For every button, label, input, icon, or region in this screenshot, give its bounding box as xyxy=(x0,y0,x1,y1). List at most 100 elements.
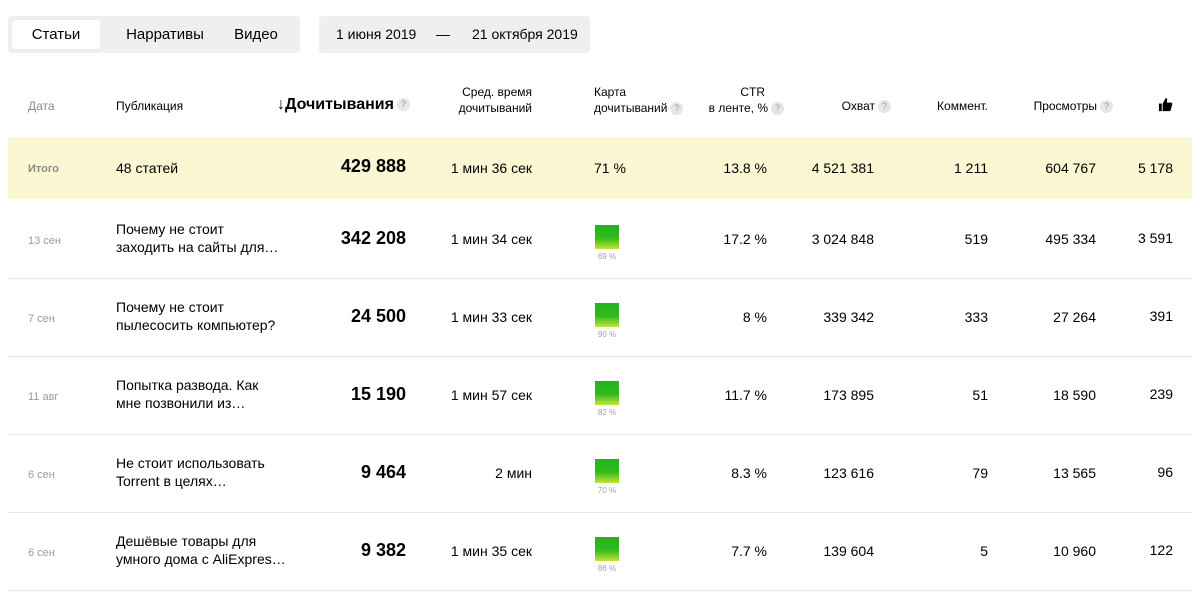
row-title-line2: пылесосить компьютер? xyxy=(116,317,276,333)
column-map-line1: Карта xyxy=(594,85,627,99)
read-map-bar xyxy=(595,459,619,483)
row-title[interactable]: Попытка развода. Как мне позвонили из… xyxy=(116,376,286,412)
row-likes: 391 xyxy=(1149,308,1173,324)
read-map-percent: 86 % xyxy=(597,564,617,573)
total-likes: 5 178 xyxy=(1137,160,1173,176)
row-reads: 342 208 xyxy=(340,228,406,248)
read-map-bar xyxy=(595,303,619,327)
total-reads: 429 888 xyxy=(340,156,406,176)
column-avg-time[interactable]: Сред. время дочитываний xyxy=(440,84,532,116)
row-comments: 5 xyxy=(980,543,988,559)
row-title[interactable]: Не стоит использовать Torrent в целях… xyxy=(116,454,286,490)
column-views[interactable]: Просмотры? xyxy=(1000,98,1113,114)
column-comments[interactable]: Коммент. xyxy=(900,98,988,114)
help-icon[interactable]: ? xyxy=(771,102,784,116)
table-row[interactable]: 7 сен Почему не стоит пылесосить компьютер… xyxy=(8,278,1192,357)
read-map-bar xyxy=(595,381,619,405)
date-range-picker[interactable]: 1 июня 2019 — 21 октября 2019 xyxy=(319,16,590,53)
column-reach-label: Охват xyxy=(841,99,875,113)
row-avg-time: 1 мин 34 сек xyxy=(450,231,532,247)
row-title-line2: Torrent в целях… xyxy=(116,473,227,489)
total-comments: 1 211 xyxy=(954,160,988,176)
column-date[interactable]: Дата xyxy=(28,98,55,114)
row-likes: 3 591 xyxy=(1137,230,1173,246)
row-ctr: 7.7 % xyxy=(731,543,767,559)
row-title-line2: мне позвонили из… xyxy=(116,395,246,411)
row-comments: 519 xyxy=(964,231,988,247)
row-date: 6 сен xyxy=(28,547,55,559)
row-date: 6 сен xyxy=(28,469,55,481)
row-comments: 333 xyxy=(964,309,988,325)
read-map-percent: 70 % xyxy=(597,486,617,495)
column-likes[interactable] xyxy=(1158,97,1173,116)
row-comments: 79 xyxy=(972,465,988,481)
row-title-line1: Почему не стоит xyxy=(116,299,224,315)
row-title[interactable]: Дешёвые товары для умного дома с AliExpre… xyxy=(116,532,286,568)
row-reads: 9 464 xyxy=(360,462,406,482)
row-views: 13 565 xyxy=(1053,465,1096,481)
row-reads: 9 382 xyxy=(360,540,406,560)
column-reach[interactable]: Охват? xyxy=(800,98,891,114)
row-avg-time: 2 мин xyxy=(495,465,532,481)
row-comments: 51 xyxy=(972,387,988,403)
column-avg-time-line1: Сред. время xyxy=(462,85,532,99)
row-views: 10 960 xyxy=(1053,543,1096,559)
row-title-line2: умного дома с AliExpres… xyxy=(116,551,286,567)
read-map-percent: 69 % xyxy=(597,252,617,261)
column-ctr-line2: в ленте, % xyxy=(708,101,768,115)
column-reads-label: Дочитывания xyxy=(285,96,394,113)
row-reach: 139 604 xyxy=(823,543,874,559)
row-reads: 15 190 xyxy=(350,384,406,404)
column-map-line2: дочитываний xyxy=(594,101,668,115)
row-views: 495 334 xyxy=(1045,231,1096,247)
column-views-label: Просмотры xyxy=(1033,99,1097,113)
row-ctr: 8.3 % xyxy=(731,465,767,481)
row-reach: 123 616 xyxy=(823,465,874,481)
sort-down-icon: ↓ xyxy=(277,96,285,113)
total-views: 604 767 xyxy=(1045,160,1096,176)
total-publications: 48 статей xyxy=(116,160,179,176)
total-avg-time: 1 мин 36 сек xyxy=(450,160,532,176)
row-title-line1: Попытка развода. Как xyxy=(116,377,259,393)
row-date: 11 авг xyxy=(28,391,59,403)
table-row[interactable]: 13 сен Почему не стоит заходить на сайты д… xyxy=(8,200,1192,279)
total-reach: 4 521 381 xyxy=(811,160,874,176)
row-views: 27 264 xyxy=(1053,309,1096,325)
row-date: 7 сен xyxy=(28,313,55,325)
row-avg-time: 1 мин 35 сек xyxy=(450,543,532,559)
row-likes: 96 xyxy=(1157,464,1173,480)
column-publication[interactable]: Публикация xyxy=(116,98,183,114)
row-avg-time: 1 мин 33 сек xyxy=(450,309,532,325)
row-reach: 173 895 xyxy=(823,387,874,403)
table-row[interactable]: 6 сен Дешёвые товары для умного дома с Ali… xyxy=(8,512,1192,591)
help-icon[interactable]: ? xyxy=(878,100,891,114)
column-read-map[interactable]: Карта дочитываний? xyxy=(594,84,684,116)
read-map-bar xyxy=(595,225,619,249)
row-views: 18 590 xyxy=(1053,387,1096,403)
tab-video[interactable]: Видео xyxy=(228,20,284,49)
total-row: Итого 48 статей 429 888 1 мин 36 сек 71 … xyxy=(8,137,1192,199)
row-ctr: 17.2 % xyxy=(723,231,767,247)
column-ctr[interactable]: CTR в ленте, %? xyxy=(680,84,784,116)
row-title[interactable]: Почему не стоит заходить на сайты для… xyxy=(116,220,286,256)
column-reads[interactable]: ↓Дочитывания? xyxy=(277,94,410,116)
column-ctr-line1: CTR xyxy=(740,85,765,99)
help-icon[interactable]: ? xyxy=(396,98,410,112)
row-avg-time: 1 мин 57 сек xyxy=(450,387,532,403)
tab-articles[interactable]: Статьи xyxy=(12,20,100,49)
date-to[interactable]: 21 октября 2019 xyxy=(472,16,578,53)
help-icon[interactable]: ? xyxy=(1100,100,1113,114)
row-title[interactable]: Почему не стоит пылесосить компьютер? xyxy=(116,298,286,334)
column-avg-time-line2: дочитываний xyxy=(458,101,532,115)
date-from[interactable]: 1 июня 2019 xyxy=(336,16,416,53)
table-row[interactable]: 6 сен Не стоит использовать Torrent в целя… xyxy=(8,434,1192,513)
row-likes: 122 xyxy=(1149,542,1173,558)
row-title-line1: Не стоит использовать xyxy=(116,455,265,471)
row-likes: 239 xyxy=(1149,386,1173,402)
read-map-percent: 82 % xyxy=(597,408,617,417)
read-map-bar xyxy=(595,537,619,561)
tab-narratives[interactable]: Нарративы xyxy=(110,20,220,49)
read-map-percent: 90 % xyxy=(597,330,617,339)
total-ctr: 13.8 % xyxy=(723,160,767,176)
table-row[interactable]: 11 авг Попытка развода. Как мне позвонили … xyxy=(8,356,1192,435)
